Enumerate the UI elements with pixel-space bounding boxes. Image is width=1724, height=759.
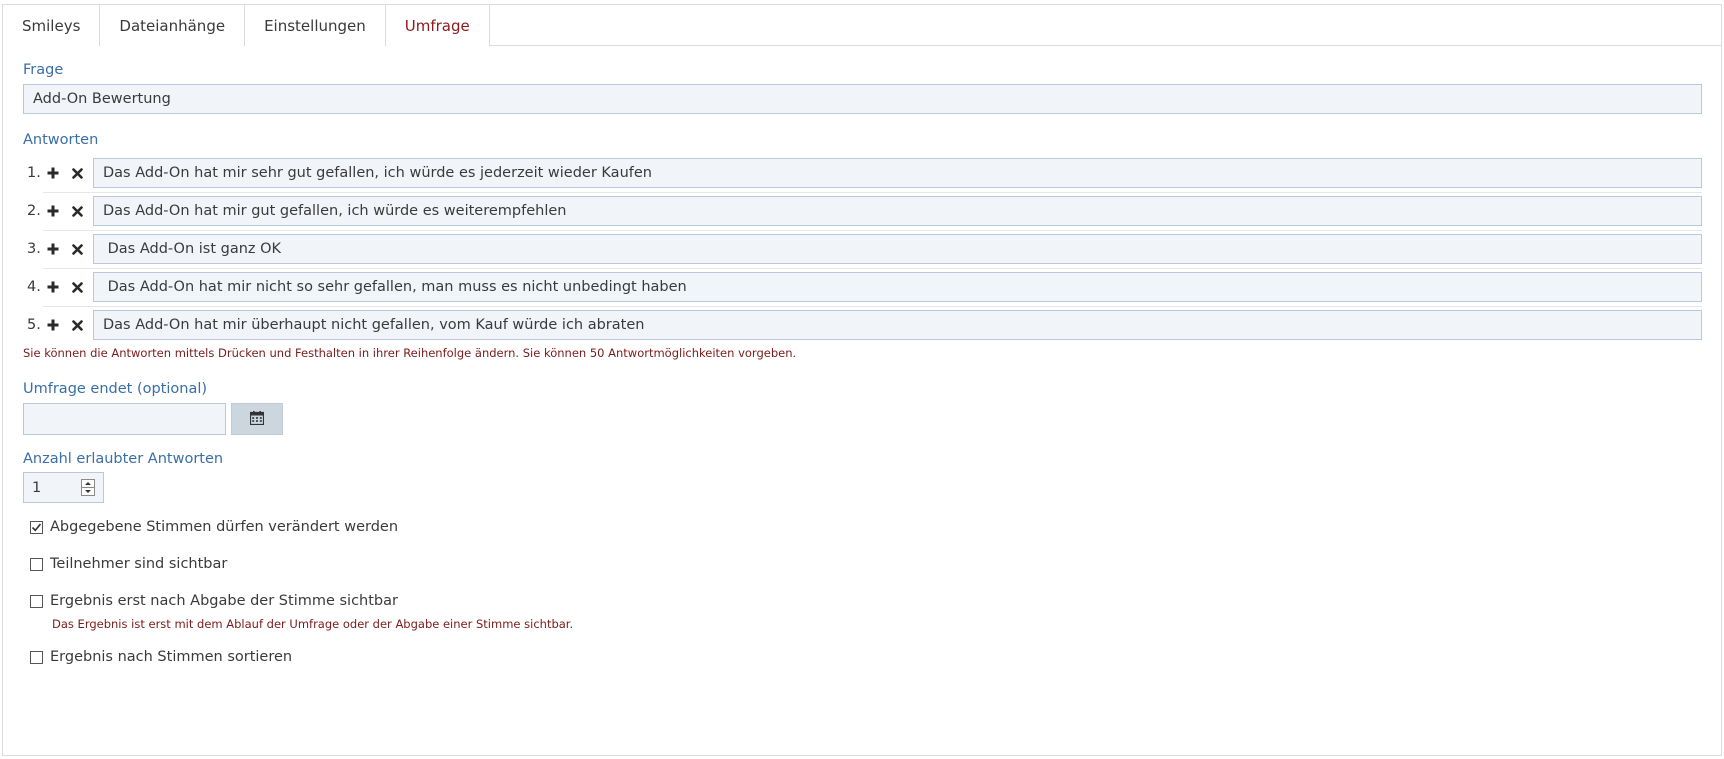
answers-hint: Sie können die Antworten mittels Drücken… [23, 346, 797, 360]
allowed-answers-label: Anzahl erlaubter Antworten [23, 451, 224, 467]
plus-icon[interactable] [45, 234, 61, 264]
tab-smileys[interactable]: Smileys [3, 5, 101, 46]
answer-input[interactable]: Das Add-On hat mir überhaupt nicht gefal… [93, 310, 1702, 340]
checkbox[interactable] [30, 650, 43, 664]
option-label: Ergebnis nach Stimmen sortieren [50, 649, 293, 665]
question-label: Frage [23, 62, 64, 78]
answer-divider [43, 230, 1702, 231]
answer-number: 1. [27, 165, 41, 181]
answer-number: 3. [27, 241, 41, 257]
calendar-button[interactable] [231, 403, 283, 435]
close-icon[interactable] [69, 272, 85, 302]
option-results-after-vote[interactable]: Ergebnis erst nach Abgabe der Stimme sic… [30, 593, 398, 609]
answer-input[interactable]: Das Add-On ist ganz OK [93, 234, 1702, 264]
option-participants-visible[interactable]: Teilnehmer sind sichtbar [30, 556, 227, 572]
plus-icon[interactable] [45, 310, 61, 340]
answer-input-value: Das Add-On hat mir überhaupt nicht gefal… [103, 317, 645, 333]
answer-divider [43, 306, 1702, 307]
answer-divider [43, 268, 1702, 269]
answer-input[interactable]: Das Add-On hat mir gut gefallen, ich wür… [93, 196, 1702, 226]
allowed-answers-input[interactable]: 1 [23, 472, 104, 503]
allowed-answers-value: 1 [32, 479, 42, 496]
check-icon [31, 522, 42, 531]
answer-input-value: Das Add-On hat mir gut gefallen, ich wür… [103, 203, 567, 219]
tab-bar: Smileys Dateianhänge Einstellungen Umfra… [3, 5, 1721, 47]
question-input-value: Add-On Bewertung [33, 91, 171, 107]
answer-divider [43, 192, 1702, 193]
answer-row[interactable]: 3. Das Add-On ist ganz OK [23, 234, 1702, 272]
close-icon[interactable] [69, 234, 85, 264]
answer-row[interactable]: 5. Das Add-On hat mir überhaupt nicht ge… [23, 310, 1702, 348]
option-sort-by-votes[interactable]: Ergebnis nach Stimmen sortieren [30, 649, 292, 665]
tab-settings[interactable]: Einstellungen [245, 5, 386, 46]
poll-editor-panel: Smileys Dateianhänge Einstellungen Umfra… [2, 4, 1722, 756]
checkbox-checked[interactable] [30, 520, 43, 534]
answer-number: 2. [27, 203, 41, 219]
checkbox[interactable] [30, 594, 43, 608]
plus-icon[interactable] [45, 196, 61, 226]
answer-row[interactable]: 1. Das Add-On hat mir sehr gut gefallen,… [23, 158, 1702, 196]
close-icon[interactable] [69, 310, 85, 340]
answer-input[interactable]: Das Add-On hat mir sehr gut gefallen, ic… [93, 158, 1702, 188]
answer-input-value: Das Add-On ist ganz OK [103, 241, 282, 257]
close-icon[interactable] [69, 196, 85, 226]
option-votes-changeable[interactable]: Abgegebene Stimmen dürfen verändert werd… [30, 519, 398, 535]
option-label: Ergebnis erst nach Abgabe der Stimme sic… [50, 593, 398, 609]
option-results-hint: Das Ergebnis ist erst mit dem Ablauf der… [52, 617, 574, 631]
checkbox[interactable] [30, 557, 43, 571]
answer-row[interactable]: 4. Das Add-On hat mir nicht so sehr gefa… [23, 272, 1702, 310]
answer-number: 4. [27, 279, 41, 295]
close-icon[interactable] [69, 158, 85, 188]
answer-row[interactable]: 2. Das Add-On hat mir gut gefallen, ich … [23, 196, 1702, 234]
answer-input-value: Das Add-On hat mir sehr gut gefallen, ic… [103, 165, 652, 181]
stepper-divider [82, 487, 94, 488]
plus-icon[interactable] [45, 272, 61, 302]
answer-input[interactable]: Das Add-On hat mir nicht so sehr gefalle… [93, 272, 1702, 302]
tab-attachments[interactable]: Dateianhänge [100, 5, 246, 46]
tab-poll[interactable]: Umfrage [385, 5, 490, 47]
question-input[interactable]: Add-On Bewertung [23, 84, 1702, 114]
calendar-icon [249, 410, 265, 429]
option-label: Teilnehmer sind sichtbar [50, 556, 228, 572]
option-label: Abgegebene Stimmen dürfen verändert werd… [50, 519, 399, 535]
answer-input-value: Das Add-On hat mir nicht so sehr gefalle… [103, 279, 687, 295]
end-date-input[interactable] [23, 403, 226, 435]
answer-number: 5. [27, 317, 41, 333]
number-stepper[interactable] [81, 479, 95, 496]
end-date-label: Umfrage endet (optional) [23, 381, 208, 397]
plus-icon[interactable] [45, 158, 61, 188]
answers-label: Antworten [23, 132, 99, 148]
